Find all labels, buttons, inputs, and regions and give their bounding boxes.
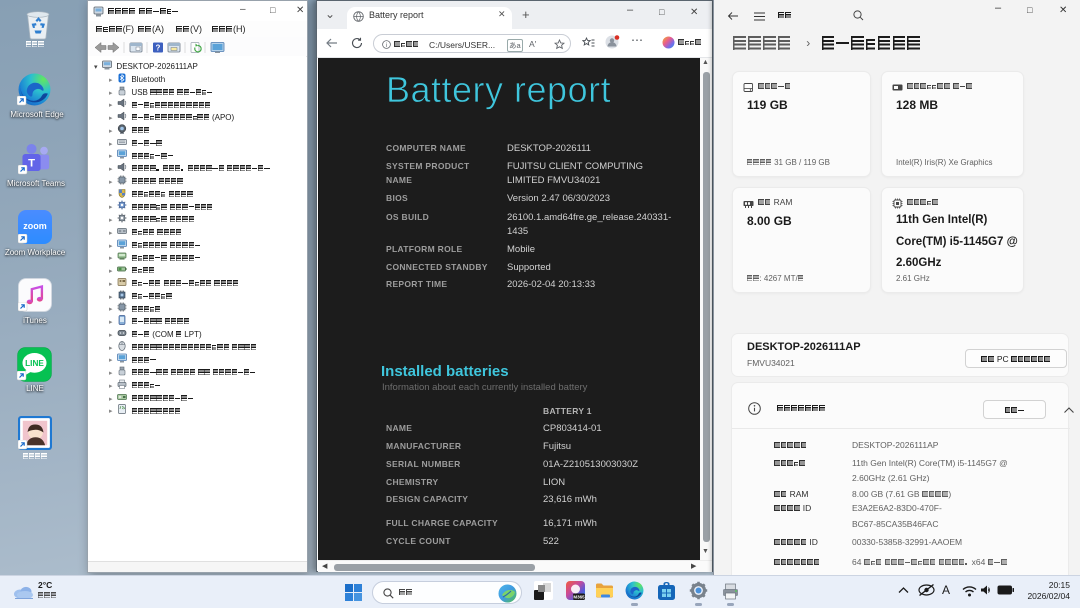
svg-text:i: i [386, 42, 387, 48]
svg-text:T: T [28, 158, 35, 170]
svg-text:?: ? [156, 44, 161, 53]
svg-text:M365: M365 [573, 595, 585, 600]
svg-text:LINE: LINE [25, 359, 44, 368]
